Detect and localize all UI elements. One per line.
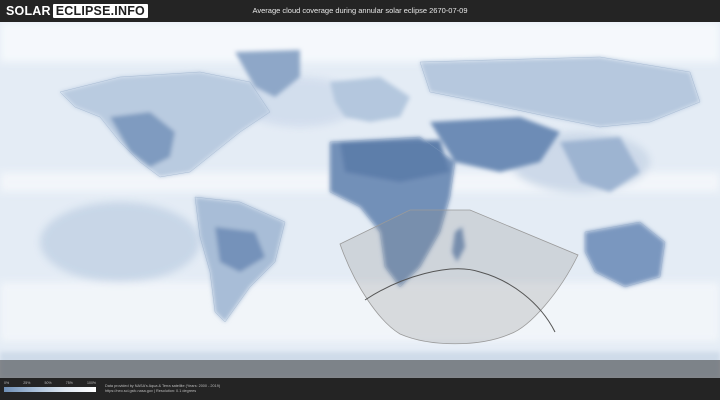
cloud-coverage-map <box>0 22 720 378</box>
header-bar: SOLAR ECLIPSE.INFO Average cloud coverag… <box>0 0 720 22</box>
credits-line-2: https://neo.sci.gsfc.nasa.gov | Resoluti… <box>105 389 197 394</box>
page-title: Average cloud coverage during annular so… <box>252 6 468 15</box>
legend-label-75: 75% <box>65 381 73 385</box>
legend-labels: 0% 25% 50% 75% 100% <box>4 381 96 385</box>
world-map-svg <box>0 22 720 378</box>
data-credits: Data provided by NASA's Aqua & Terra sat… <box>105 384 220 394</box>
map-bottom-band <box>0 360 720 378</box>
legend-label-0: 0% <box>4 381 10 385</box>
legend-label-25: 25% <box>23 381 31 385</box>
cloud-coverage-legend-bar <box>4 387 96 392</box>
legend-label-50: 50% <box>44 381 52 385</box>
footer-bar: 0% 25% 50% 75% 100% Data provided by NAS… <box>0 378 720 400</box>
legend-label-100: 100% <box>87 381 96 385</box>
